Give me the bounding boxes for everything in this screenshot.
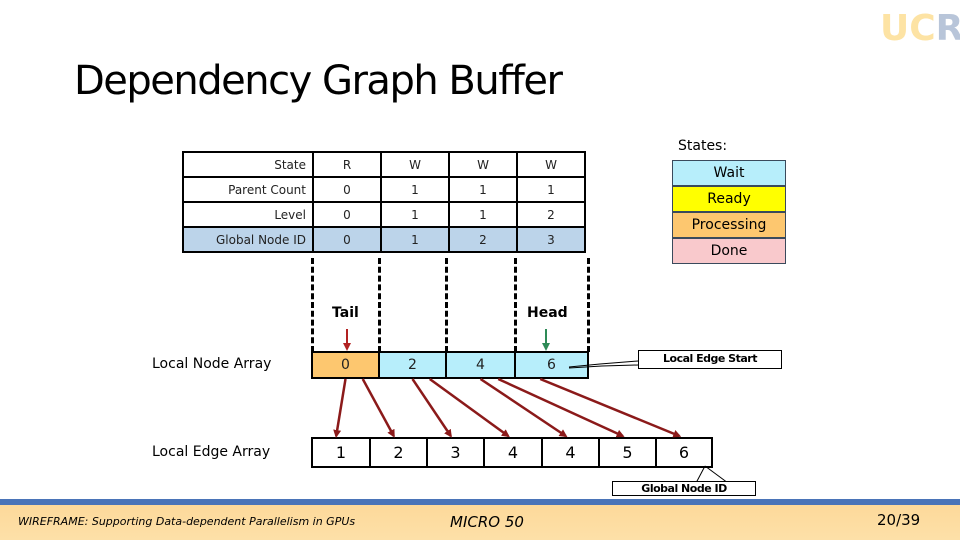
global-node-id-callout: Global Node ID	[612, 481, 756, 496]
page-number: 20/39	[877, 511, 921, 529]
edge-arrows	[333, 377, 682, 438]
edge-pointer-arrow	[479, 377, 568, 438]
local-edge-start-callout: Local Edge Start	[638, 350, 782, 369]
paper-title: WIREFRAME: Supporting Data-dependent Par…	[18, 515, 356, 528]
edge-pointer-arrow	[361, 378, 395, 438]
footer: WIREFRAME: Supporting Data-dependent Par…	[0, 505, 960, 540]
diagram-arrows	[333, 329, 729, 484]
venue-label: MICRO 50	[450, 513, 524, 531]
edge-pointer-arrow	[429, 377, 510, 438]
edge-pointer-arrow	[411, 378, 452, 438]
edge-pointer-arrow	[333, 378, 347, 438]
